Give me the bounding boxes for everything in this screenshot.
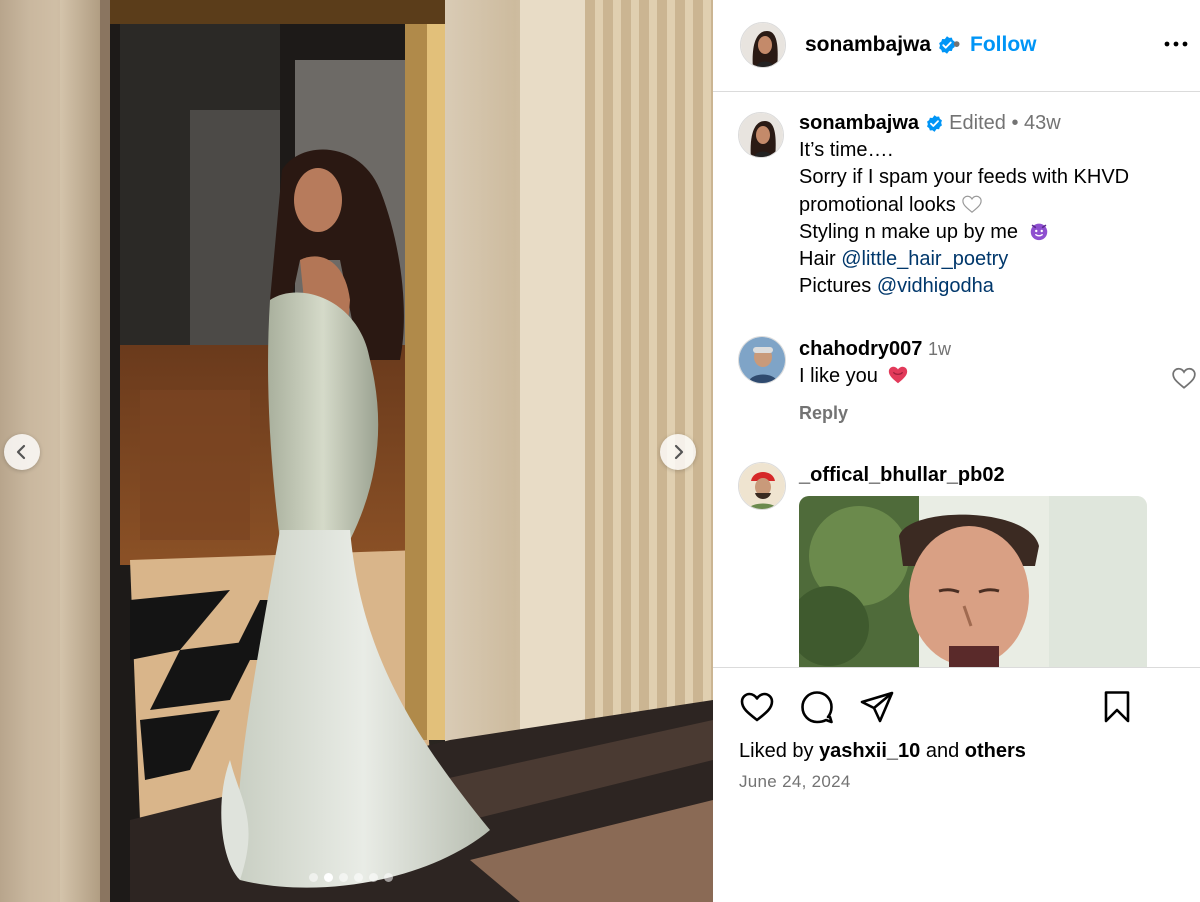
caption-line-3-wrap: Styling n make up by me [799,219,1189,246]
follow-button[interactable]: Follow [970,33,1037,57]
carousel-dot [309,873,318,882]
carousel-dot [339,873,348,882]
comment-time: 1w [927,339,951,359]
liked-others-link[interactable]: others [965,740,1026,762]
comment-text: I like you [799,365,878,387]
post-side-panel: sonambajwa • Follow sonambajwa Edited • … [713,0,1200,902]
header-separator: • [953,33,961,56]
caption-username[interactable]: sonambajwa [799,112,919,134]
carousel-dot [384,873,393,882]
edited-label: Edited [949,112,1006,134]
share-icon[interactable] [859,689,895,725]
caption-dot: • [1011,112,1019,134]
more-icon[interactable] [1163,32,1189,56]
caption-line-2-wrap: Sorry if I spam your feeds with KHVD pro… [799,164,1189,218]
caption-line-1: It’s time…. [799,139,894,162]
comment-gif [799,496,1147,667]
post-date[interactable]: June 24, 2024 [739,772,851,792]
author-username[interactable]: sonambajwa [805,33,957,57]
hair-label: Hair [799,248,836,271]
comment-icon[interactable] [799,689,835,725]
post-photo [0,0,713,902]
hair-mention-link[interactable]: @little_hair_poetry [841,248,1008,270]
liked-and: and [925,740,960,762]
verified-icon [926,115,942,133]
caption-age[interactable]: 43w [1024,112,1061,134]
purple-smiling-face-icon [1030,223,1047,240]
author-username-text[interactable]: sonambajwa [805,33,931,56]
carousel-dot [369,873,378,882]
gif-image [799,496,1147,667]
comment-body: _offical_bhullar_pb02 [799,462,1169,489]
post-header: sonambajwa • Follow [713,0,1200,92]
heart-icon[interactable] [1171,366,1197,390]
white-heart-icon [962,195,982,213]
caption-line-3: Styling n make up by me [799,220,1018,243]
pictures-mention-link[interactable]: @vidhigodha [877,275,994,297]
comment-username[interactable]: chahodry007 [799,338,922,360]
commenter-avatar[interactable] [738,462,786,510]
carousel-dot-active [324,873,333,882]
heart-emoji-icon [888,366,907,384]
commenter-avatar[interactable] [738,336,786,384]
previous-slide-button[interactable] [4,434,40,470]
liked-prefix: Liked by [739,740,814,762]
carousel-indicator [309,873,393,882]
comment-username[interactable]: _offical_bhullar_pb02 [799,464,1005,486]
comments-scroll-area[interactable]: sonambajwa Edited • 43w It’s time…. Sorr… [713,92,1200,668]
carousel-dot [354,873,363,882]
chevron-right-icon [674,444,684,460]
post-actions: Liked by yashxii_10 and others June 24, … [713,668,1200,902]
next-slide-button[interactable] [660,434,696,470]
author-avatar[interactable] [740,22,786,68]
comment-body: chahodry007 1w I like you Reply [799,336,1169,427]
caption-avatar[interactable] [738,112,784,158]
caption-pictures-line: Pictures @vidhigodha [799,273,1189,300]
caption-text: sonambajwa Edited • 43w It’s time…. Sorr… [799,110,1189,300]
post-media[interactable] [0,0,713,902]
caption-header-line: sonambajwa Edited • 43w [799,110,1189,137]
reply-button[interactable]: Reply [799,400,1169,427]
pictures-label: Pictures [799,275,872,298]
caption-hair-line: Hair @little_hair_poetry [799,246,1189,273]
bookmark-icon[interactable] [1099,689,1135,725]
liked-by-text: Liked by yashxii_10 and others [739,740,1026,763]
liked-user-link[interactable]: yashxii_10 [819,740,920,762]
chevron-left-icon [16,444,26,460]
like-heart-icon[interactable] [739,689,775,725]
